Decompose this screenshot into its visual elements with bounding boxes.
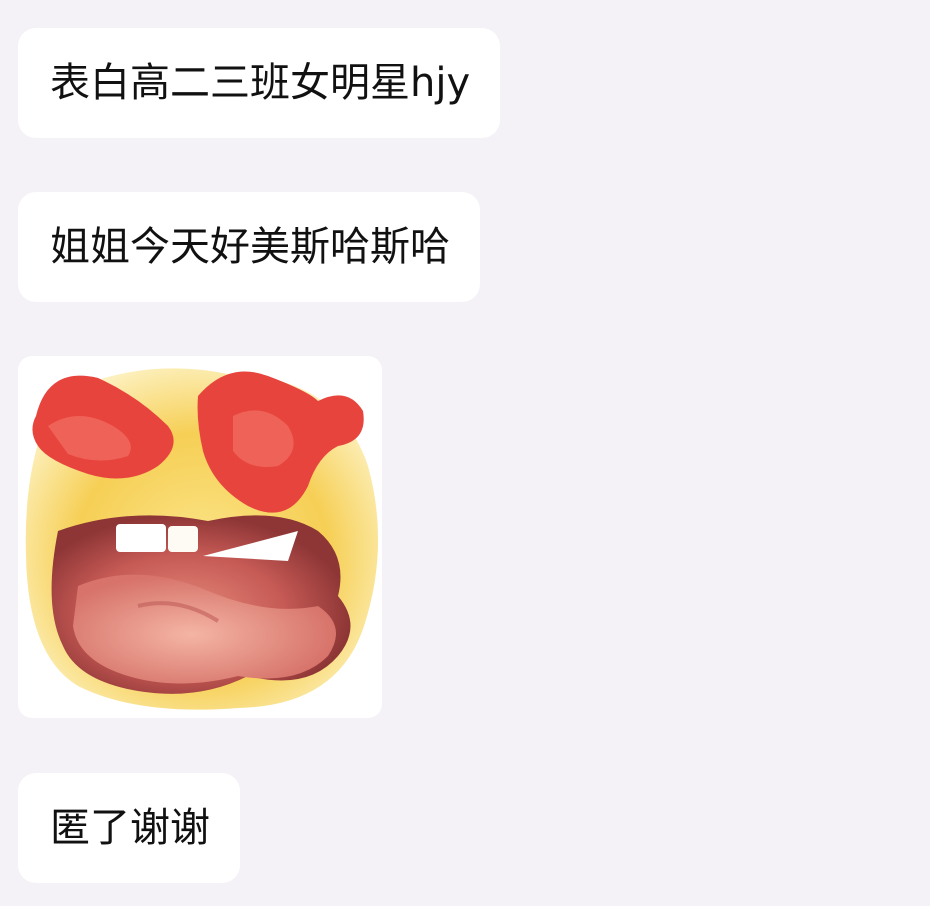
message-text: 姐姐今天好美斯哈斯哈 [50, 224, 450, 270]
sticker-message[interactable] [18, 356, 382, 718]
chat-message-list: 表白高二三班女明星hjy 姐姐今天好美斯哈斯哈 匿了谢谢 [0, 0, 930, 906]
message-bubble[interactable]: 匿了谢谢 [18, 773, 240, 883]
heart-eyes-drooling-emoji-icon [25, 368, 379, 710]
message-bubble[interactable]: 姐姐今天好美斯哈斯哈 [18, 192, 480, 302]
message-bubble[interactable]: 表白高二三班女明星hjy [18, 28, 501, 138]
message-text: 表白高二三班女明星hjy [50, 60, 471, 106]
message-text: 匿了谢谢 [50, 805, 210, 851]
